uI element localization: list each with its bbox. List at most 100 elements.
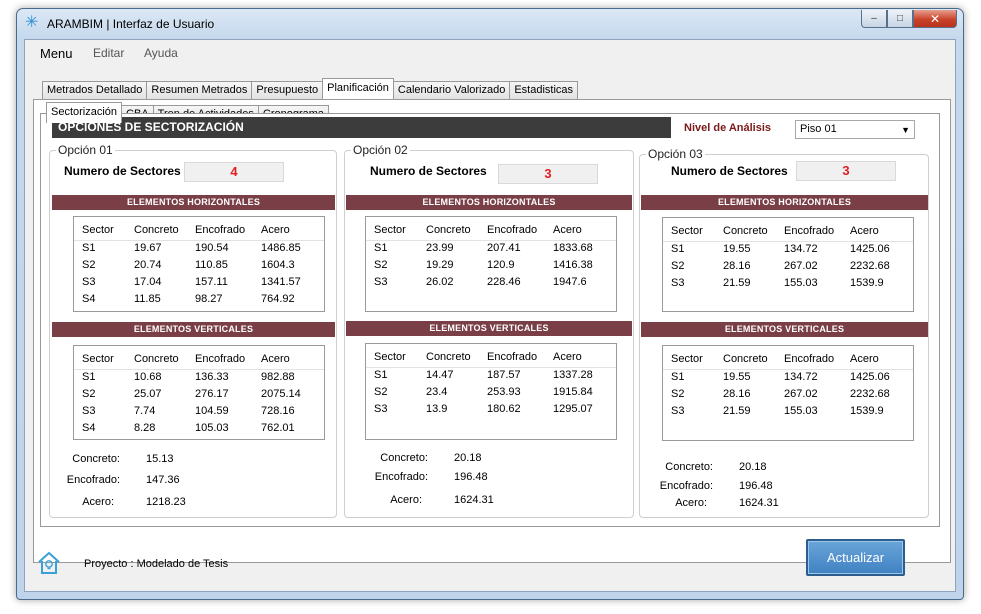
option-02-title: Opción 02 [351, 143, 410, 157]
table-row[interactable]: S3 17.04 157.11 1341.57 [74, 275, 324, 292]
col-acero[interactable]: Acero [850, 346, 910, 369]
col-concreto[interactable]: Concreto [426, 344, 487, 367]
title-bar[interactable]: ✳ ARAMBIM | Interfaz de Usuario – □ ✕ [17, 9, 963, 39]
option-03-concreto-label: Concreto: [665, 461, 713, 473]
col-encofrado[interactable]: Encofrado [784, 346, 850, 369]
tab-estadisticas[interactable]: Estadisticas [509, 81, 579, 99]
table-row[interactable]: S2 25.07 276.17 2075.14 [74, 387, 324, 404]
main-tab-strip: Metrados Detallado Resumen Metrados Pres… [42, 78, 579, 99]
col-acero[interactable]: Acero [261, 346, 321, 369]
cell: S1 [671, 243, 685, 255]
table-row[interactable]: S3 13.9 180.62 1295.07 [366, 402, 616, 419]
col-sector[interactable]: Sector [663, 346, 723, 369]
tab-planificacion[interactable]: Planificación [322, 78, 394, 99]
cell: 10.68 [134, 371, 162, 383]
col-sector[interactable]: Sector [663, 218, 723, 241]
option-02-acero-value: 1624.31 [454, 494, 494, 506]
table-row[interactable]: S3 21.59 155.03 1539.9 [663, 276, 913, 293]
table-row[interactable]: S1 19.67 190.54 1486.85 [74, 241, 324, 258]
col-concreto[interactable]: Concreto [426, 217, 487, 240]
cell: 134.72 [784, 243, 818, 255]
col-acero[interactable]: Acero [553, 344, 613, 367]
col-encofrado[interactable]: Encofrado [487, 344, 553, 367]
minimize-button[interactable]: – [861, 10, 887, 28]
option-01-vertical-table[interactable]: Sector Concreto Encofrado Acero S1 10.68 1… [73, 345, 325, 440]
col-sector[interactable]: Sector [74, 346, 134, 369]
table-row[interactable]: S2 28.16 267.02 2232.68 [663, 387, 913, 404]
maximize-button[interactable]: □ [887, 10, 913, 28]
option-01-horizontal-table[interactable]: Sector Concreto Encofrado Acero S1 19.67 1… [73, 216, 325, 312]
col-acero[interactable]: Acero [553, 217, 613, 240]
tab-sectorizacion[interactable]: Sectorización [46, 102, 123, 123]
col-encofrado[interactable]: Encofrado [195, 346, 261, 369]
cell: 17.04 [134, 276, 162, 288]
cell: 267.02 [784, 260, 818, 272]
table-row[interactable]: S1 19.55 134.72 1425.06 [663, 370, 913, 387]
menu-editar[interactable]: Editar [93, 46, 124, 60]
table-row[interactable]: S3 26.02 228.46 1947.6 [366, 275, 616, 292]
cell: 155.03 [784, 405, 818, 417]
nivel-analisis-label: Nivel de Análisis [684, 122, 772, 134]
house-lightbulb-icon[interactable] [36, 550, 62, 576]
cell: 1833.68 [553, 242, 593, 254]
window-controls: – □ ✕ [861, 10, 957, 28]
cell: 982.88 [261, 371, 295, 383]
table-row[interactable]: S1 23.99 207.41 1833.68 [366, 241, 616, 258]
col-sector[interactable]: Sector [366, 217, 426, 240]
table-row[interactable]: S2 20.74 110.85 1604.3 [74, 258, 324, 275]
col-concreto[interactable]: Concreto [723, 346, 784, 369]
col-acero[interactable]: Acero [850, 218, 910, 241]
col-acero[interactable]: Acero [261, 217, 321, 240]
nivel-analisis-select[interactable]: Piso 01 ▼ [795, 120, 915, 139]
col-concreto[interactable]: Concreto [134, 346, 195, 369]
table-row[interactable]: S1 19.55 134.72 1425.06 [663, 242, 913, 259]
col-sector[interactable]: Sector [74, 217, 134, 240]
cell: 276.17 [195, 388, 229, 400]
cell: 2232.68 [850, 388, 890, 400]
table-row[interactable]: S1 14.47 187.57 1337.28 [366, 368, 616, 385]
col-concreto[interactable]: Concreto [134, 217, 195, 240]
option-02-acero-label: Acero: [390, 494, 422, 506]
cell: 21.59 [723, 277, 751, 289]
tab-metrados-detallado[interactable]: Metrados Detallado [42, 81, 148, 99]
table-row[interactable]: S3 21.59 155.03 1539.9 [663, 404, 913, 421]
col-encofrado[interactable]: Encofrado [784, 218, 850, 241]
cell: 23.4 [426, 386, 448, 398]
menu-menu[interactable]: Menu [40, 46, 73, 61]
col-concreto[interactable]: Concreto [723, 218, 784, 241]
cell: S2 [82, 259, 96, 271]
option-02-horizontal-table[interactable]: Sector Concreto Encofrado Acero S1 23.99 2… [365, 216, 617, 312]
actualizar-button[interactable]: Actualizar [806, 539, 905, 576]
table-row[interactable]: S2 19.29 120.9 1416.38 [366, 258, 616, 275]
option-03-sectors-value[interactable]: 3 [796, 161, 896, 181]
cell: 267.02 [784, 388, 818, 400]
cell: 253.93 [487, 386, 521, 398]
cell: 14.47 [426, 369, 454, 381]
cell: 187.57 [487, 369, 521, 381]
table-row[interactable]: S4 8.28 105.03 762.01 [74, 421, 324, 438]
col-encofrado[interactable]: Encofrado [195, 217, 261, 240]
cell: 120.9 [487, 259, 515, 271]
col-sector[interactable]: Sector [366, 344, 426, 367]
table-row[interactable]: S2 23.4 253.93 1915.84 [366, 385, 616, 402]
cell: 1539.9 [850, 277, 884, 289]
table-row[interactable]: S1 10.68 136.33 982.88 [74, 370, 324, 387]
option-03-vertical-table[interactable]: Sector Concreto Encofrado Acero S1 19.55 1… [662, 345, 914, 441]
cell: 2075.14 [261, 388, 301, 400]
option-03-horizontal-table[interactable]: Sector Concreto Encofrado Acero S1 19.55 1… [662, 217, 914, 312]
option-02-vertical-table[interactable]: Sector Concreto Encofrado Acero S1 14.47 1… [365, 343, 617, 440]
option-02-vertical-title: ELEMENTOS VERTICALES [346, 321, 632, 336]
tab-calendario-valorizado[interactable]: Calendario Valorizado [392, 81, 511, 99]
tab-resumen-metrados[interactable]: Resumen Metrados [146, 81, 253, 99]
menu-ayuda[interactable]: Ayuda [144, 46, 178, 60]
table-row[interactable]: S2 28.16 267.02 2232.68 [663, 259, 913, 276]
tab-presupuesto[interactable]: Presupuesto [251, 81, 324, 99]
table-row[interactable]: S3 7.74 104.59 728.16 [74, 404, 324, 421]
option-01-sectors-value[interactable]: 4 [184, 162, 284, 182]
cell: 228.46 [487, 276, 521, 288]
close-button[interactable]: ✕ [913, 10, 957, 28]
option-02-sectors-value[interactable]: 3 [498, 164, 598, 184]
table-row[interactable]: S4 11.85 98.27 764.92 [74, 292, 324, 309]
col-encofrado[interactable]: Encofrado [487, 217, 553, 240]
table-header: Sector Concreto Encofrado Acero [366, 217, 616, 241]
